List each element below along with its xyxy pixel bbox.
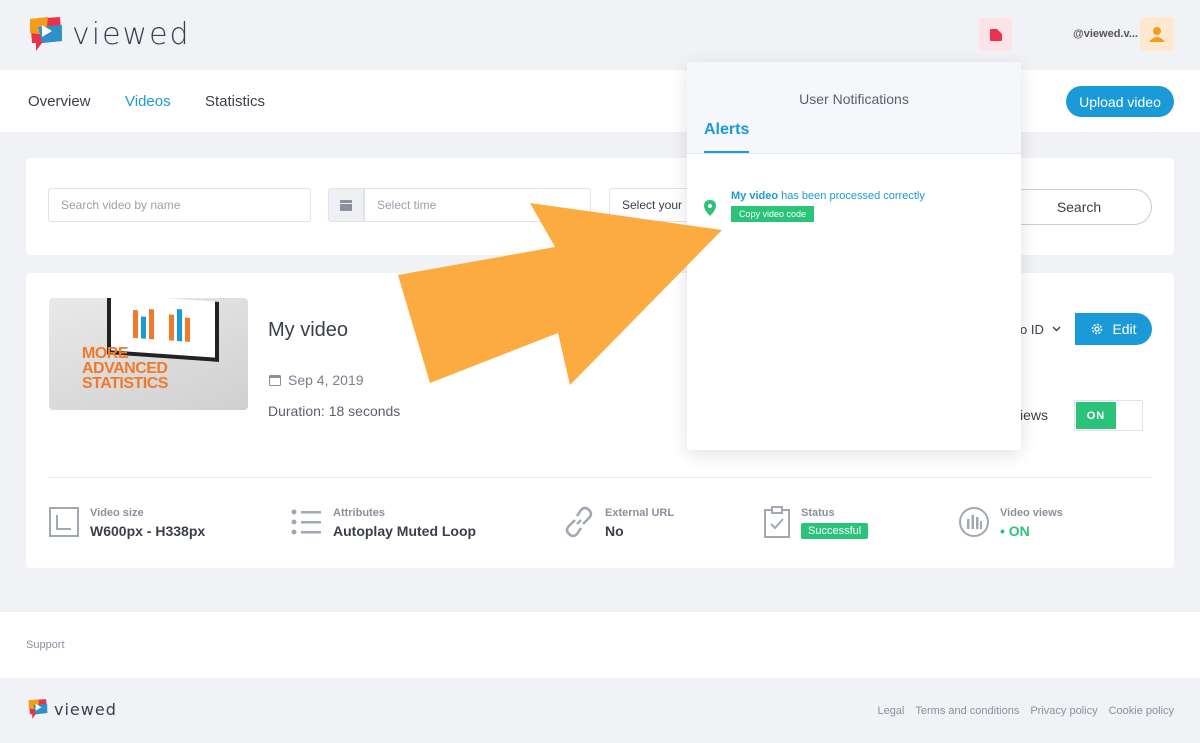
calendar-icon <box>340 200 352 211</box>
avatar[interactable] <box>1140 17 1174 51</box>
thumbnail-line: MORE <box>82 345 128 362</box>
notification-icon <box>989 28 1002 41</box>
footer: viewed Legal Terms and conditions Privac… <box>0 678 1200 743</box>
video-date: Sep 4, 2019 <box>268 372 364 388</box>
logo-text: viewed <box>72 16 191 52</box>
calendar-icon <box>269 375 281 386</box>
thumb-bar <box>133 309 138 339</box>
notification-video-link[interactable]: My video <box>731 190 778 202</box>
footer-link-cookies[interactable]: Cookie policy <box>1109 705 1174 717</box>
logo[interactable]: viewed <box>26 15 191 53</box>
footer-link-privacy[interactable]: Privacy policy <box>1030 705 1097 717</box>
views-status: • ON <box>1000 523 1030 539</box>
tab-overview[interactable]: Overview <box>28 93 91 110</box>
notifications-title: User Notifications <box>799 91 909 107</box>
search-input[interactable]: Search video by name <box>48 188 311 222</box>
thumb-bar <box>185 317 190 342</box>
link-icon <box>565 506 593 538</box>
stat-label: Attributes <box>333 507 385 519</box>
tab-videos[interactable]: Videos <box>125 93 171 110</box>
stat-label: External URL <box>605 507 675 519</box>
notifications-panel: User Notifications Alerts My video has b… <box>687 62 1021 450</box>
stat-value: No <box>605 523 624 539</box>
logo-icon <box>30 17 62 51</box>
stat-value: W600px - H338px <box>90 523 206 539</box>
list-icon <box>291 509 321 535</box>
footer-link-terms[interactable]: Terms and conditions <box>915 705 1019 717</box>
header-divider <box>687 153 1021 154</box>
stat-attributes: Attributes Autoplay Muted Loop <box>291 506 476 539</box>
id-dropdown[interactable]: o ID <box>1020 313 1076 345</box>
thumb-bar <box>169 314 174 341</box>
notification-item: My video has been processed correctly Co… <box>703 190 925 222</box>
toggle-on-state: ON <box>1076 402 1116 429</box>
divider <box>48 477 1152 478</box>
calendar-button[interactable] <box>328 188 364 222</box>
pointer-arrow-graphic <box>398 203 722 385</box>
footer-support-bar: Support <box>0 612 1200 678</box>
id-dropdown-label: o ID <box>1020 321 1044 337</box>
footer-logo-text: viewed <box>54 699 117 719</box>
logo-icon <box>28 699 48 719</box>
stat-label: Video views <box>1000 507 1063 519</box>
stat-value: Autoplay Muted Loop <box>333 523 477 539</box>
stat-label: Status <box>801 507 835 519</box>
notifications-button[interactable] <box>979 18 1012 51</box>
edit-label: Edit <box>1112 321 1137 337</box>
video-date-text: Sep 4, 2019 <box>288 372 364 388</box>
notifications-header: User Notifications Alerts <box>687 62 1021 154</box>
video-views-toggle[interactable]: ON <box>1074 400 1143 431</box>
video-title[interactable]: My video <box>268 319 348 342</box>
footer-logo[interactable]: viewed <box>26 698 117 720</box>
support-link[interactable]: Support <box>26 639 65 651</box>
tab-alerts[interactable]: Alerts <box>704 121 749 139</box>
thumbnail-line: STATISTICS <box>82 375 168 392</box>
stat-status: Status Successful <box>763 506 869 539</box>
notification-text: My video has been processed correctly <box>731 190 925 202</box>
status-badge: Successful <box>801 523 869 539</box>
thumb-bar <box>149 309 154 340</box>
video-views-label: iews <box>1020 407 1049 423</box>
resize-icon <box>49 507 79 537</box>
stat-label: Video size <box>90 507 144 519</box>
views-status-text: ON <box>1008 523 1030 539</box>
thumb-bar <box>177 308 182 342</box>
notification-message: has been processed correctly <box>778 190 925 202</box>
user-handle[interactable]: @viewed.v... <box>1073 28 1138 40</box>
thumbnail-line: ADVANCED <box>82 360 168 377</box>
video-thumbnail[interactable]: MORE ADVANCED STATISTICS <box>49 298 248 410</box>
gear-icon <box>1092 323 1103 335</box>
user-icon <box>1149 27 1165 42</box>
clipboard-check-icon <box>764 506 790 538</box>
top-bar: viewed @viewed.v... <box>0 0 1200 70</box>
copy-video-code-button[interactable]: Copy video code <box>731 206 815 222</box>
search-button[interactable]: Search <box>1006 189 1152 225</box>
tab-statistics[interactable]: Statistics <box>205 93 265 110</box>
edit-button[interactable]: Edit <box>1075 313 1152 345</box>
chevron-down-icon <box>1052 326 1061 332</box>
footer-links: Legal Terms and conditions Privacy polic… <box>877 705 1174 717</box>
video-duration: Duration: 18 seconds <box>268 403 401 419</box>
bar-chart-icon <box>959 507 989 537</box>
thumb-bar <box>141 316 146 339</box>
stat-external-url: External URL No <box>563 506 674 539</box>
stat-video-size: Video size W600px - H338px <box>48 506 205 539</box>
stat-video-views: Video views • ON <box>958 506 1063 539</box>
thumbnail-text: MORE ADVANCED STATISTICS <box>82 345 168 392</box>
footer-link-legal[interactable]: Legal <box>877 705 904 717</box>
upload-video-button[interactable]: Upload video <box>1066 86 1174 117</box>
